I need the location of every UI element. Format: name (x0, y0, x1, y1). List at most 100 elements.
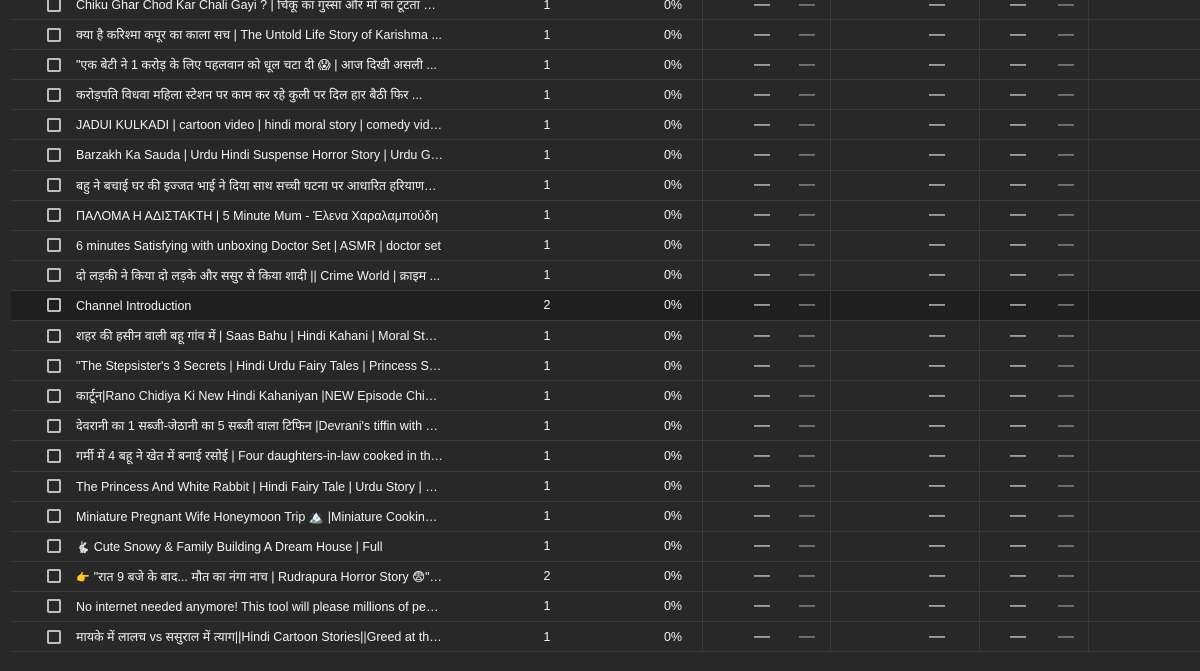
row-checkbox-cell[interactable] (47, 441, 65, 470)
row-checkbox-cell[interactable] (47, 110, 65, 139)
column-divider (979, 321, 980, 351)
row-checkbox[interactable] (47, 539, 61, 554)
table-row[interactable]: The Princess And White Rabbit | Hindi Fa… (11, 471, 1200, 502)
row-checkbox[interactable] (47, 0, 61, 12)
video-title-link[interactable]: क्या है करिश्मा कपूर का काला सच | The Un… (76, 20, 444, 49)
table-row[interactable]: शहर की हसीन वाली बहू गांव में | Saas Bah… (11, 321, 1200, 352)
metric-empty-5: — (1058, 0, 1074, 13)
row-checkbox[interactable] (47, 87, 61, 102)
row-checkbox-cell[interactable] (47, 261, 65, 290)
metric-empty-4: — (1010, 296, 1026, 314)
table-row[interactable]: "The Stepsister's 3 Secrets | Hindi Urdu… (11, 351, 1200, 382)
row-checkbox[interactable] (47, 479, 61, 494)
row-checkbox-cell[interactable] (47, 0, 65, 19)
table-row[interactable]: देवरानी का 1 सब्जी-जेठानी का 5 सब्जी वाल… (11, 411, 1200, 442)
table-row[interactable]: Channel Introduction 2 0% — — — — — (11, 290, 1200, 322)
column-divider (702, 50, 703, 80)
row-checkbox-cell[interactable] (47, 622, 65, 651)
metric-empty-4: — (1010, 416, 1026, 434)
row-checkbox-cell[interactable] (47, 140, 65, 169)
video-title-link[interactable]: Channel Introduction (76, 291, 444, 320)
video-title-link[interactable]: Barzakh Ka Sauda | Urdu Hindi Suspense H… (76, 140, 444, 169)
table-row[interactable]: Miniature Pregnant Wife Honeymoon Trip 🏔… (11, 501, 1200, 532)
row-checkbox[interactable] (47, 358, 61, 373)
table-row[interactable]: गर्मी में 4 बहू ने खेत में बनाई रसोई | F… (11, 441, 1200, 472)
video-title-link[interactable]: मायके में लालच vs ससुराल में त्याग||Hind… (76, 622, 444, 651)
video-title-link[interactable]: No internet needed anymore! This tool wi… (76, 592, 444, 621)
video-title-link[interactable]: गर्मी में 4 बहू ने खेत में बनाई रसोई | F… (76, 441, 444, 470)
video-title-link[interactable]: JADUI KULKADI | cartoon video | hindi mo… (76, 110, 444, 139)
row-checkbox[interactable] (47, 418, 61, 433)
video-title-link[interactable]: 👉 "रात 9 बजे के बाद... मौत का नंगा नाच | … (76, 562, 444, 591)
row-checkbox-cell[interactable] (47, 592, 65, 621)
table-row[interactable]: 🐇 Cute Snowy & Family Building A Dream Ho… (11, 531, 1200, 562)
row-checkbox[interactable] (47, 27, 61, 42)
row-checkbox[interactable] (47, 509, 61, 524)
row-checkbox[interactable] (47, 117, 61, 132)
table-row[interactable]: Chiku Ghar Chod Kar Chali Gayi ? | चिकू … (11, 0, 1200, 21)
video-title-link[interactable]: "The Stepsister's 3 Secrets | Hindi Urdu… (76, 351, 444, 380)
row-checkbox-cell[interactable] (47, 411, 65, 440)
table-row[interactable]: ΠΑΛΟΜΑ Η ΑΔΙΣΤΑΚΤΗ | 5 Minute Mum - Έλεν… (11, 200, 1200, 231)
video-title-link[interactable]: The Princess And White Rabbit | Hindi Fa… (76, 472, 444, 501)
table-row[interactable]: 👉 "रात 9 बजे के बाद... मौत का नंगा नाच | … (11, 561, 1200, 592)
table-row[interactable]: 6 minutes Satisfying with unboxing Docto… (11, 230, 1200, 261)
row-checkbox-cell[interactable] (47, 562, 65, 591)
column-divider (1088, 471, 1089, 501)
row-checkbox[interactable] (47, 599, 61, 614)
video-title-link[interactable]: दो लड़की ने किया दो लड़के और ससुर से किय… (76, 261, 444, 290)
row-checkbox[interactable] (47, 208, 61, 223)
row-checkbox-cell[interactable] (47, 291, 65, 320)
table-row[interactable]: बहु ने बचाई घर की इज्जत भाई ने दिया साथ … (11, 170, 1200, 201)
table-row[interactable]: क्या है करिश्मा कपूर का काला सच | The Un… (11, 20, 1200, 51)
video-title-link[interactable]: 6 minutes Satisfying with unboxing Docto… (76, 231, 444, 260)
video-title-link[interactable]: करोड़पति विधवा महिला स्टेशन पर काम कर रह… (76, 80, 444, 109)
video-title-link[interactable]: देवरानी का 1 सब्जी-जेठानी का 5 सब्जी वाल… (76, 411, 444, 440)
row-checkbox[interactable] (47, 178, 61, 193)
table-row[interactable]: "एक बेटी ने 1 करोड़ के लिए पहलवान को धूल… (11, 50, 1200, 81)
views-count: 2 (543, 298, 551, 313)
video-title-link[interactable]: 🐇 Cute Snowy & Family Building A Dream Ho… (76, 532, 444, 561)
video-title-link[interactable]: "एक बेटी ने 1 करोड़ के लिए पहलवान को धूल… (76, 50, 444, 79)
table-row[interactable]: करोड़पति विधवा महिला स्टेशन पर काम कर रह… (11, 80, 1200, 111)
table-row[interactable]: दो लड़की ने किया दो लड़के और ससुर से किय… (11, 260, 1200, 291)
row-checkbox[interactable] (47, 238, 61, 253)
row-checkbox[interactable] (47, 268, 61, 283)
row-checkbox-cell[interactable] (47, 80, 65, 109)
row-checkbox[interactable] (47, 448, 61, 463)
video-title-link[interactable]: बहु ने बचाई घर की इज्जत भाई ने दिया साथ … (76, 171, 444, 200)
column-divider (1088, 591, 1089, 621)
row-checkbox-cell[interactable] (47, 321, 65, 350)
column-divider (830, 80, 831, 110)
video-title-link[interactable]: Chiku Ghar Chod Kar Chali Gayi ? | चिकू … (76, 0, 444, 19)
video-title: कार्टून|Rano Chidiya Ki New Hindi Kahani… (76, 389, 444, 404)
row-checkbox-cell[interactable] (47, 20, 65, 49)
row-checkbox[interactable] (47, 298, 61, 313)
row-checkbox-cell[interactable] (47, 231, 65, 260)
row-checkbox-cell[interactable] (47, 472, 65, 501)
row-checkbox-cell[interactable] (47, 171, 65, 200)
row-checkbox-cell[interactable] (47, 381, 65, 410)
row-checkbox[interactable] (47, 148, 61, 163)
row-checkbox-cell[interactable] (47, 50, 65, 79)
row-checkbox[interactable] (47, 57, 61, 72)
table-row[interactable]: JADUI KULKADI | cartoon video | hindi mo… (11, 110, 1200, 141)
table-row[interactable]: No internet needed anymore! This tool wi… (11, 591, 1200, 622)
table-row[interactable]: मायके में लालच vs ससुराल में त्याग||Hind… (11, 621, 1200, 653)
row-checkbox[interactable] (47, 328, 61, 343)
row-checkbox-cell[interactable] (47, 201, 65, 230)
video-title-link[interactable]: शहर की हसीन वाली बहू गांव में | Saas Bah… (76, 321, 444, 350)
row-checkbox-cell[interactable] (47, 532, 65, 561)
row-checkbox-cell[interactable] (47, 502, 65, 531)
column-divider (702, 381, 703, 411)
row-checkbox[interactable] (47, 569, 61, 584)
metric-empty-1: — (754, 236, 770, 254)
video-title-link[interactable]: ΠΑΛΟΜΑ Η ΑΔΙΣΤΑΚΤΗ | 5 Minute Mum - Έλεν… (76, 201, 444, 230)
video-title-link[interactable]: कार्टून|Rano Chidiya Ki New Hindi Kahani… (76, 381, 444, 410)
row-checkbox[interactable] (47, 629, 61, 644)
table-row[interactable]: कार्टून|Rano Chidiya Ki New Hindi Kahani… (11, 381, 1200, 412)
row-checkbox[interactable] (47, 388, 61, 403)
video-title-link[interactable]: Miniature Pregnant Wife Honeymoon Trip 🏔… (76, 502, 444, 531)
row-checkbox-cell[interactable] (47, 351, 65, 380)
table-row[interactable]: Barzakh Ka Sauda | Urdu Hindi Suspense H… (11, 140, 1200, 171)
